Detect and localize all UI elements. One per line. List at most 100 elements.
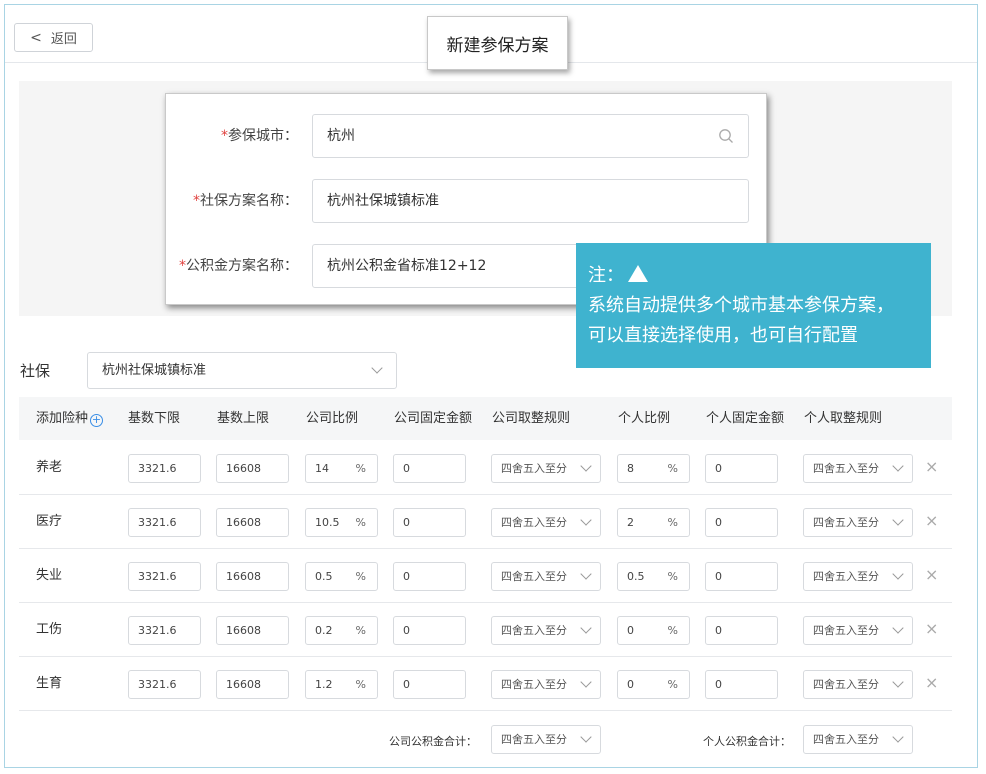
company-ratio-input[interactable]: 0.2% bbox=[305, 616, 378, 645]
company-ratio-input[interactable]: 1.2% bbox=[305, 670, 378, 699]
personal-round-value: 四舍五入至分 bbox=[813, 624, 879, 637]
base-max-input[interactable]: 16608 bbox=[216, 508, 289, 537]
company-round-value: 四舍五入至分 bbox=[501, 516, 567, 529]
base-min-input[interactable]: 3321.6 bbox=[128, 454, 201, 483]
chevron-left-icon: < bbox=[30, 29, 42, 46]
company-fund-total-select[interactable]: 四舍五入至分 bbox=[491, 725, 601, 754]
company-round-select[interactable]: 四舍五入至分 bbox=[491, 670, 601, 699]
note-line: 可以直接选择使用，也可自行配置 bbox=[588, 325, 858, 346]
percent-unit: % bbox=[355, 462, 366, 475]
personal-fixed-input[interactable]: 0 bbox=[705, 670, 778, 699]
percent-unit: % bbox=[667, 462, 678, 475]
company-ratio-input[interactable]: 10.5% bbox=[305, 508, 378, 537]
base-min-input[interactable]: 3321.6 bbox=[128, 670, 201, 699]
city-row: *参保城市： 杭州 bbox=[166, 114, 768, 158]
add-insurance-header[interactable]: 添加险种 + bbox=[36, 397, 104, 440]
company-round-value: 四舍五入至分 bbox=[501, 624, 567, 637]
social-plan-row: *社保方案名称： 杭州社保城镇标准 bbox=[166, 179, 768, 223]
table-row: 医疗 3321.6 16608 10.5% 0 四舍五入至分 2% 0 四舍五入… bbox=[19, 495, 952, 549]
insurance-name: 医疗 bbox=[36, 514, 63, 529]
insurance-name: 工伤 bbox=[36, 622, 63, 637]
personal-round-select[interactable]: 四舍五入至分 bbox=[803, 670, 913, 699]
base-max-input[interactable]: 16608 bbox=[216, 454, 289, 483]
required-mark: * bbox=[221, 128, 228, 144]
percent-unit: % bbox=[355, 570, 366, 583]
company-round-select[interactable]: 四舍五入至分 bbox=[491, 508, 601, 537]
chevron-down-icon bbox=[580, 460, 592, 472]
company-ratio-input[interactable]: 14% bbox=[305, 454, 378, 483]
chevron-down-icon bbox=[580, 676, 592, 688]
personal-round-select[interactable]: 四舍五入至分 bbox=[803, 562, 913, 591]
company-fixed-input[interactable]: 0 bbox=[393, 562, 466, 591]
base-min-input[interactable]: 3321.6 bbox=[128, 508, 201, 537]
percent-unit: % bbox=[355, 678, 366, 691]
company-ratio-value: 0.5 bbox=[315, 570, 333, 583]
triangle-up-icon bbox=[628, 265, 648, 282]
chevron-down-icon bbox=[580, 622, 592, 634]
personal-round-value: 四舍五入至分 bbox=[813, 678, 879, 691]
table-row: 工伤 3321.6 16608 0.2% 0 四舍五入至分 0% 0 四舍五入至… bbox=[19, 603, 952, 657]
base-min-input[interactable]: 3321.6 bbox=[128, 562, 201, 591]
personal-fund-total-value: 四舍五入至分 bbox=[813, 733, 879, 746]
social-plan-label: *社保方案名称： bbox=[193, 179, 298, 223]
base-max-input[interactable]: 16608 bbox=[216, 670, 289, 699]
social-plan-input[interactable]: 杭州社保城镇标准 bbox=[312, 179, 749, 223]
company-ratio-value: 10.5 bbox=[315, 516, 340, 529]
personal-ratio-input[interactable]: 0% bbox=[617, 616, 690, 645]
personal-ratio-input[interactable]: 8% bbox=[617, 454, 690, 483]
personal-round-value: 四舍五入至分 bbox=[813, 462, 879, 475]
personal-fund-total-select[interactable]: 四舍五入至分 bbox=[803, 725, 913, 754]
base-max-input[interactable]: 16608 bbox=[216, 616, 289, 645]
chevron-down-icon bbox=[892, 622, 904, 634]
header-cell: 个人固定金额 bbox=[706, 411, 785, 426]
company-fixed-input[interactable]: 0 bbox=[393, 616, 466, 645]
personal-round-select[interactable]: 四舍五入至分 bbox=[803, 616, 913, 645]
company-ratio-value: 0.2 bbox=[315, 624, 333, 637]
personal-fixed-input[interactable]: 0 bbox=[705, 562, 778, 591]
plus-circle-icon[interactable]: + bbox=[90, 414, 104, 427]
percent-unit: % bbox=[667, 570, 678, 583]
company-fixed-input[interactable]: 0 bbox=[393, 454, 466, 483]
city-input[interactable]: 杭州 bbox=[312, 114, 749, 158]
company-round-select[interactable]: 四舍五入至分 bbox=[491, 562, 601, 591]
company-fixed-input[interactable]: 0 bbox=[393, 508, 466, 537]
personal-fixed-input[interactable]: 0 bbox=[705, 454, 778, 483]
header-cell: 基数下限 bbox=[128, 411, 181, 426]
back-button-label: 返回 bbox=[50, 32, 77, 47]
required-mark: * bbox=[193, 193, 200, 209]
company-ratio-input[interactable]: 0.5% bbox=[305, 562, 378, 591]
chevron-down-icon bbox=[580, 568, 592, 580]
personal-fixed-input[interactable]: 0 bbox=[705, 508, 778, 537]
close-icon[interactable]: × bbox=[925, 674, 938, 692]
company-fixed-input[interactable]: 0 bbox=[393, 670, 466, 699]
personal-ratio-input[interactable]: 2% bbox=[617, 508, 690, 537]
chevron-down-icon bbox=[892, 514, 904, 526]
base-max-input[interactable]: 16608 bbox=[216, 562, 289, 591]
header-cell: 公司取整规则 bbox=[492, 411, 571, 426]
percent-unit: % bbox=[667, 516, 678, 529]
back-button[interactable]: < 返回 bbox=[14, 23, 93, 52]
close-icon[interactable]: × bbox=[925, 566, 938, 584]
chevron-down-icon bbox=[892, 568, 904, 580]
city-input-value: 杭州 bbox=[327, 128, 355, 144]
insurance-table-header: 添加险种 + 基数下限 基数上限 公司比例 公司固定金额 公司取整规则 个人比例 … bbox=[19, 397, 952, 440]
close-icon[interactable]: × bbox=[925, 512, 938, 530]
close-icon[interactable]: × bbox=[925, 620, 938, 638]
company-round-select[interactable]: 四舍五入至分 bbox=[491, 454, 601, 483]
search-icon[interactable] bbox=[718, 128, 734, 144]
base-min-input[interactable]: 3321.6 bbox=[128, 616, 201, 645]
social-plan-select-value: 杭州社保城镇标准 bbox=[102, 363, 207, 378]
company-round-select[interactable]: 四舍五入至分 bbox=[491, 616, 601, 645]
social-plan-select[interactable]: 杭州社保城镇标准 bbox=[87, 352, 397, 389]
personal-ratio-value: 2 bbox=[627, 516, 634, 529]
personal-ratio-input[interactable]: 0% bbox=[617, 670, 690, 699]
personal-round-value: 四舍五入至分 bbox=[813, 516, 879, 529]
personal-round-select[interactable]: 四舍五入至分 bbox=[803, 508, 913, 537]
close-icon[interactable]: × bbox=[925, 458, 938, 476]
personal-fixed-input[interactable]: 0 bbox=[705, 616, 778, 645]
personal-ratio-input[interactable]: 0.5% bbox=[617, 562, 690, 591]
personal-ratio-value: 0 bbox=[627, 624, 634, 637]
personal-round-select[interactable]: 四舍五入至分 bbox=[803, 454, 913, 483]
city-label-text: 参保城市： bbox=[228, 128, 298, 144]
fund-plan-label: *公积金方案名称： bbox=[179, 244, 298, 288]
